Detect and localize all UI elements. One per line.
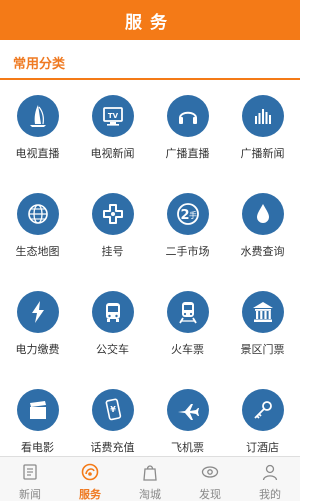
category-item-label: 订酒店 — [246, 441, 279, 454]
category-item[interactable]: 生态地图 — [0, 178, 75, 278]
category-item[interactable]: 电视直播 — [0, 80, 75, 180]
category-item-label: 挂号 — [101, 245, 124, 258]
category-item-label: 二手市场 — [165, 245, 210, 258]
phone-recharge-icon: ¥ — [91, 389, 134, 431]
medical-cross-icon — [91, 193, 134, 235]
category-item-label: 火车票 — [171, 343, 204, 356]
category-item[interactable]: 广播新闻 — [225, 80, 300, 180]
category-item[interactable]: 2 手二手市场 — [150, 178, 225, 278]
tab-shopping-bag[interactable]: 淘城 — [120, 457, 180, 501]
top-bar: 服务 — [0, 0, 300, 40]
category-item[interactable]: 电力缴费 — [0, 276, 75, 376]
tab-user[interactable]: 我的 — [240, 457, 300, 501]
category-item[interactable]: 广播直播 — [150, 80, 225, 180]
water-drop-icon — [241, 193, 284, 235]
bus-icon — [91, 291, 134, 333]
airplane-icon — [166, 389, 209, 431]
category-item[interactable]: 水费查询 — [225, 178, 300, 278]
category-item[interactable]: 公交车 — [75, 276, 150, 376]
category-item-label: 景区门票 — [240, 343, 285, 356]
tab-service[interactable]: 服务 — [60, 457, 120, 501]
clapperboard-icon — [16, 389, 59, 431]
globe-icon — [16, 193, 59, 235]
category-item-label: 电视新闻 — [90, 147, 135, 160]
svg-text:¥: ¥ — [110, 405, 116, 414]
category-item-label: 生态地图 — [15, 245, 60, 258]
category-item[interactable]: 挂号 — [75, 178, 150, 278]
news-icon — [20, 462, 40, 485]
category-item[interactable]: TV 电视新闻 — [75, 80, 150, 180]
sail-icon — [16, 95, 59, 137]
category-item[interactable]: 飞机票 — [150, 374, 225, 456]
headphones-icon — [166, 95, 209, 137]
equalizer-icon — [241, 95, 284, 137]
category-item-label: 水费查询 — [240, 245, 285, 258]
category-item-label: 广播直播 — [165, 147, 210, 160]
tv-icon: TV — [91, 95, 134, 137]
eye-icon — [200, 462, 220, 485]
page-title: 服务 — [125, 12, 175, 33]
category-item-label: 电视直播 — [15, 147, 60, 160]
category-grid: 电视直播 TV 电视新闻 广播直播 广播新闻 生态地图 挂号 2 手二手市场 水费查询 电力缴费 公交… — [0, 80, 300, 456]
section-title: 常用分类 — [13, 57, 66, 72]
category-item[interactable]: 景区门票 — [225, 276, 300, 376]
svg-text:TV: TV — [107, 112, 118, 120]
category-item-label: 电力缴费 — [15, 343, 60, 356]
second-hand-icon: 2手 — [166, 193, 209, 235]
user-icon — [260, 462, 280, 485]
shopping-bag-icon — [140, 462, 160, 485]
category-item-label: 飞机票 — [171, 441, 204, 454]
category-item-label: 话费充值 — [90, 441, 135, 454]
tab-eye[interactable]: 发现 — [180, 457, 240, 501]
train-icon — [166, 291, 209, 333]
temple-icon — [241, 291, 284, 333]
category-item[interactable]: 火车票 — [150, 276, 225, 376]
lightning-icon — [16, 291, 59, 333]
hotel-key-icon — [241, 389, 284, 431]
category-item[interactable]: 订酒店 — [225, 374, 300, 456]
category-item-label: 看电影 — [21, 441, 54, 454]
service-icon — [80, 462, 100, 485]
bottom-tab-bar: 新闻 服务 淘城 发现 我的 — [0, 456, 300, 501]
category-item-label: 广播新闻 — [240, 147, 285, 160]
category-item-label: 公交车 — [96, 343, 129, 356]
tab-news[interactable]: 新闻 — [0, 457, 60, 501]
category-item[interactable]: 看电影 — [0, 374, 75, 456]
svg-text:手: 手 — [189, 210, 197, 220]
category-item[interactable]: ¥ 话费充值 — [75, 374, 150, 456]
